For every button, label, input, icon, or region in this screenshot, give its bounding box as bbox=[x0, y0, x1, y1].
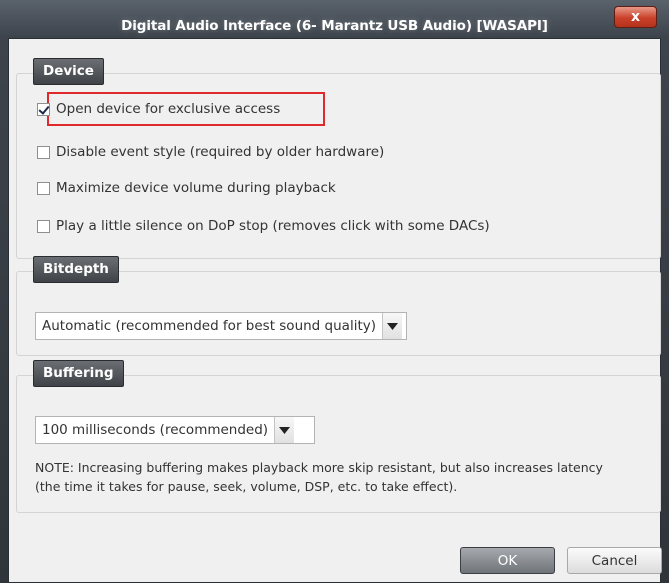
device-group-title: Device bbox=[33, 58, 104, 85]
buffering-dropdown[interactable]: 100 milliseconds (recommended) bbox=[35, 416, 315, 444]
close-icon: x bbox=[630, 9, 641, 25]
bitdepth-group-title: Bitdepth bbox=[33, 256, 119, 283]
buffering-note-line-2: (the time it takes for pause, seek, volu… bbox=[35, 479, 458, 494]
buffering-note: NOTE: Increasing buffering makes playbac… bbox=[35, 458, 603, 496]
exclusive-access-option[interactable]: Open device for exclusive access bbox=[37, 92, 325, 126]
maximize-volume-option[interactable]: Maximize device volume during playback bbox=[37, 180, 336, 196]
buffering-group: Buffering 100 milliseconds (recommended)… bbox=[16, 360, 661, 513]
ok-button[interactable]: OK bbox=[460, 547, 555, 574]
device-group: Device Open device for exclusive access … bbox=[16, 58, 661, 259]
chevron-down-icon[interactable] bbox=[382, 313, 402, 339]
buffering-group-title: Buffering bbox=[33, 360, 124, 387]
dop-silence-option[interactable]: Play a little silence on DoP stop (remov… bbox=[37, 218, 490, 234]
cancel-button[interactable]: Cancel bbox=[567, 547, 662, 574]
bitdepth-dropdown[interactable]: Automatic (recommended for best sound qu… bbox=[35, 312, 407, 340]
disable-event-style-checkbox[interactable] bbox=[37, 145, 50, 159]
buffering-selected-value: 100 milliseconds (recommended) bbox=[42, 422, 269, 438]
dop-silence-checkbox[interactable] bbox=[37, 219, 50, 233]
maximize-volume-checkbox[interactable] bbox=[37, 181, 50, 195]
title-bar[interactable]: Digital Audio Interface (6- Marantz USB … bbox=[0, 0, 669, 38]
bitdepth-group: Bitdepth Automatic (recommended for best… bbox=[16, 256, 661, 356]
highlight-box bbox=[47, 92, 325, 126]
exclusive-access-checkbox[interactable] bbox=[37, 102, 50, 116]
dop-silence-label: Play a little silence on DoP stop (remov… bbox=[56, 218, 490, 234]
close-button[interactable]: x bbox=[614, 6, 657, 28]
maximize-volume-label: Maximize device volume during playback bbox=[56, 180, 336, 196]
disable-event-style-label: Disable event style (required by older h… bbox=[56, 144, 385, 160]
bitdepth-selected-value: Automatic (recommended for best sound qu… bbox=[42, 318, 376, 334]
disable-event-style-option[interactable]: Disable event style (required by older h… bbox=[37, 144, 384, 160]
window-title: Digital Audio Interface (6- Marantz USB … bbox=[121, 18, 548, 34]
buffering-note-line-1: NOTE: Increasing buffering makes playbac… bbox=[35, 460, 603, 475]
chevron-down-icon[interactable] bbox=[274, 417, 295, 443]
